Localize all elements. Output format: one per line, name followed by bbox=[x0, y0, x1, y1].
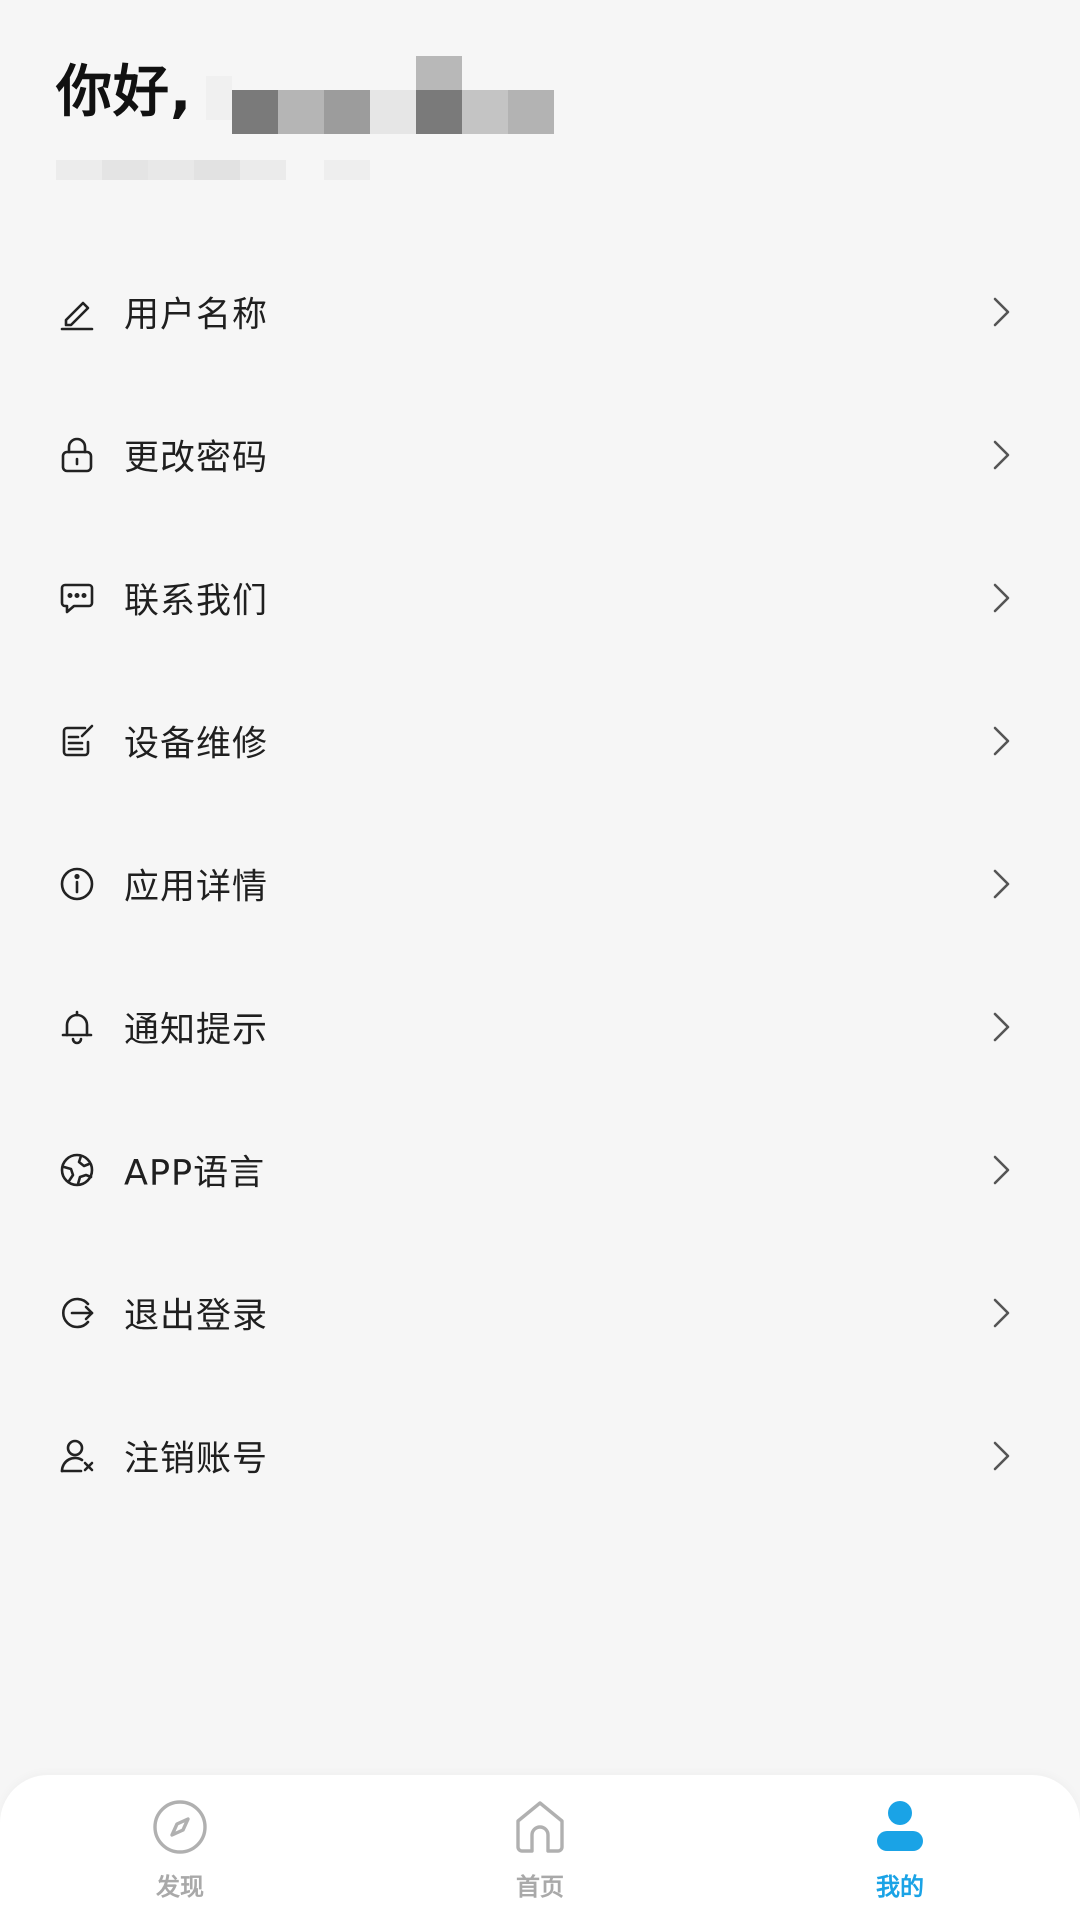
menu-item-label: 设备维修 bbox=[124, 724, 269, 764]
menu-item-contact-us[interactable]: 联系我们 bbox=[0, 526, 1080, 669]
tab-discover[interactable]: 发现 bbox=[80, 1775, 280, 1920]
menu-item-label: 应用详情 bbox=[124, 867, 269, 907]
chevron-right-icon bbox=[990, 294, 1014, 330]
user-remove-icon bbox=[58, 1437, 96, 1475]
tab-label: 首页 bbox=[516, 1873, 564, 1901]
tab-label: 我的 bbox=[876, 1873, 924, 1901]
menu-item-device-repair[interactable]: 设备维修 bbox=[0, 669, 1080, 812]
chevron-right-icon bbox=[990, 580, 1014, 616]
settings-menu: 用户名称 更改密码 联系我们 设备维修 应用详情 通知提示 APP语言 退出登录… bbox=[0, 240, 1080, 1527]
menu-item-logout[interactable]: 退出登录 bbox=[0, 1241, 1080, 1384]
chevron-right-icon bbox=[990, 723, 1014, 759]
profile-page: 你好, 用户名称 更改密码 联系我们 设备维修 应用详情 通知提示 APP语言 … bbox=[0, 0, 1080, 1920]
chevron-right-icon bbox=[990, 1295, 1014, 1331]
profile-header: 你好, bbox=[56, 50, 1024, 200]
menu-item-label: 退出登录 bbox=[124, 1296, 269, 1336]
compass-icon bbox=[150, 1797, 210, 1857]
edit-note-icon bbox=[58, 722, 96, 760]
lock-icon bbox=[58, 436, 96, 474]
menu-item-delete-account[interactable]: 注销账号 bbox=[0, 1384, 1080, 1527]
menu-item-notifications[interactable]: 通知提示 bbox=[0, 955, 1080, 1098]
tab-label: 发现 bbox=[156, 1873, 204, 1901]
logout-icon bbox=[58, 1294, 96, 1332]
globe-icon bbox=[58, 1151, 96, 1189]
chevron-right-icon bbox=[990, 1009, 1014, 1045]
redacted-username bbox=[200, 50, 555, 136]
user-icon bbox=[870, 1797, 930, 1857]
greeting-row: 你好, bbox=[56, 50, 1024, 136]
menu-item-label: APP语言 bbox=[124, 1153, 266, 1193]
chevron-right-icon bbox=[990, 437, 1014, 473]
menu-item-username[interactable]: 用户名称 bbox=[0, 240, 1080, 383]
bottom-tab-bar: 发现 首页 我的 bbox=[0, 1775, 1080, 1920]
tab-mine[interactable]: 我的 bbox=[800, 1775, 1000, 1920]
tab-home[interactable]: 首页 bbox=[440, 1775, 640, 1920]
menu-item-change-password[interactable]: 更改密码 bbox=[0, 383, 1080, 526]
chat-bubble-icon bbox=[58, 579, 96, 617]
menu-item-label: 通知提示 bbox=[124, 1010, 269, 1050]
redacted-email bbox=[56, 160, 376, 180]
menu-item-label: 更改密码 bbox=[124, 438, 269, 478]
home-icon bbox=[510, 1797, 570, 1857]
greeting-text: 你好, bbox=[56, 60, 193, 125]
menu-item-label: 用户名称 bbox=[124, 295, 269, 335]
menu-item-label: 联系我们 bbox=[124, 581, 269, 621]
info-icon bbox=[58, 865, 96, 903]
chevron-right-icon bbox=[990, 1152, 1014, 1188]
menu-item-app-details[interactable]: 应用详情 bbox=[0, 812, 1080, 955]
chevron-right-icon bbox=[990, 1438, 1014, 1474]
bell-icon bbox=[58, 1008, 96, 1046]
chevron-right-icon bbox=[990, 866, 1014, 902]
menu-item-label: 注销账号 bbox=[124, 1439, 269, 1479]
pencil-icon bbox=[58, 293, 96, 331]
menu-item-app-language[interactable]: APP语言 bbox=[0, 1098, 1080, 1241]
